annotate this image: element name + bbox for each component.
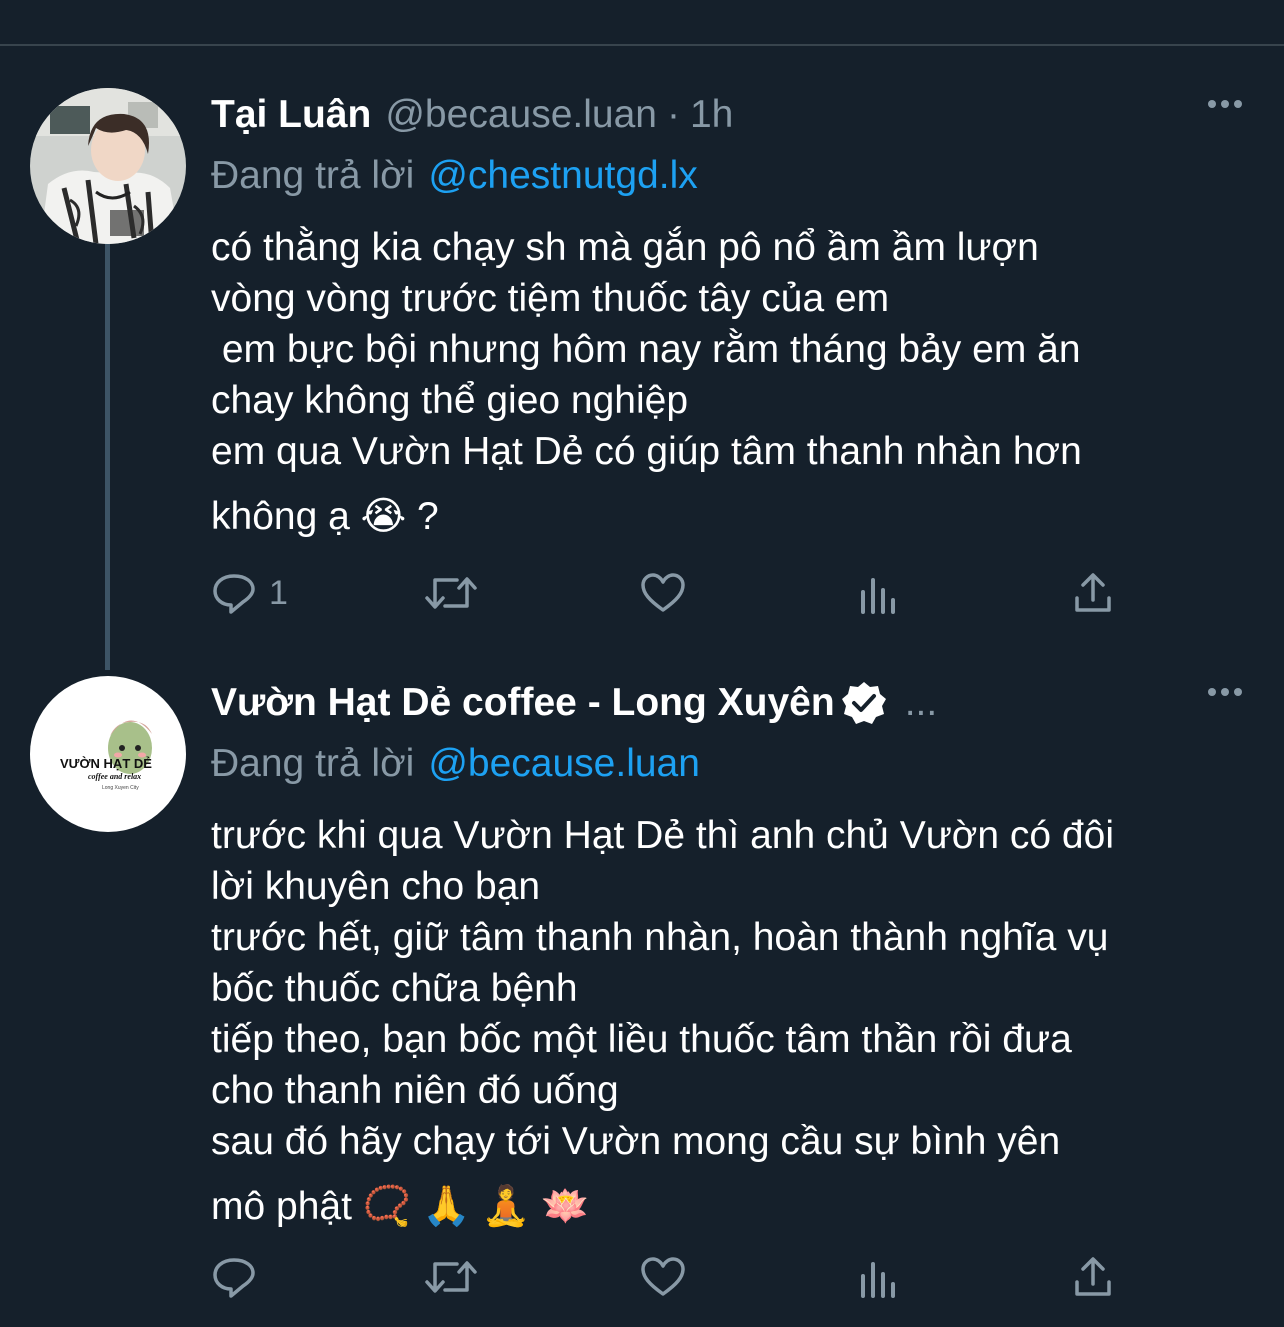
logo-city: Long Xuyen City xyxy=(102,785,139,791)
action-bar: 1 xyxy=(211,572,1211,622)
retweet-icon xyxy=(425,577,477,609)
logo-title: VƯỜN HẠT DẺ xyxy=(60,756,152,771)
more-icon[interactable] xyxy=(1208,688,1242,696)
like-button[interactable] xyxy=(639,572,687,614)
analytics-button[interactable] xyxy=(857,1256,901,1298)
author-name[interactable]: Tại Luân xyxy=(211,93,371,137)
replying-to-label: Đang trả lời xyxy=(211,154,415,197)
tweet-text: trước khi qua Vườn Hạt Dẻ thì anh chủ Vư… xyxy=(211,810,1241,1232)
like-icon xyxy=(641,1257,685,1296)
tweet-text-line: sau đó hãy chạy tới Vườn mong cầu sự bìn… xyxy=(211,1120,1061,1163)
reply-button[interactable]: 1 xyxy=(211,572,288,614)
more-icon[interactable] xyxy=(1208,100,1242,108)
tweet-text-line: lời khuyên cho bạn xyxy=(211,865,541,908)
replying-to-label: Đang trả lời xyxy=(211,742,415,785)
share-icon xyxy=(1075,573,1111,612)
thread-connector-line xyxy=(105,238,110,670)
verified-badge-icon xyxy=(841,680,887,726)
tweet-text-line: vòng vòng trước tiệm thuốc tây của em xyxy=(211,277,890,320)
analytics-button[interactable] xyxy=(857,572,901,614)
tweet-text-line: em qua Vườn Hạt Dẻ có giúp tâm thanh nhà… xyxy=(211,430,1082,473)
reply-icon xyxy=(213,1258,255,1298)
reply-count: 1 xyxy=(269,573,288,612)
name-truncation: ... xyxy=(904,681,938,724)
tweet-header: Tại Luân @because.luan · 1h xyxy=(211,82,1241,148)
reply-icon xyxy=(213,574,255,614)
action-bar xyxy=(211,1256,1211,1306)
share-icon xyxy=(1075,1257,1111,1296)
retweet-icon xyxy=(425,1261,477,1293)
avatar[interactable] xyxy=(30,88,186,244)
avatar[interactable]: VƯỜN HẠT DẺ coffee and relax Long Xuyen … xyxy=(30,676,186,832)
tweet-text-line: trước khi qua Vườn Hạt Dẻ thì anh chủ Vư… xyxy=(211,814,1114,857)
tweet-text-line: tiếp theo, bạn bốc một liều thuốc tâm th… xyxy=(211,1018,1072,1061)
tweet-text-line: trước hết, giữ tâm thanh nhàn, hoàn thàn… xyxy=(211,916,1109,959)
tweet-text: có thằng kia chạy sh mà gắn pô nổ ầm ầm … xyxy=(211,222,1241,542)
tweet-text-line: cho thanh niên đó uống xyxy=(211,1069,619,1112)
tweet-text-line: có thằng kia chạy sh mà gắn pô nổ ầm ầm … xyxy=(211,226,1039,269)
cafe-logo: VƯỜN HẠT DẺ coffee and relax Long Xuyen … xyxy=(30,676,186,832)
top-divider xyxy=(0,44,1284,46)
like-icon xyxy=(641,573,685,612)
tweet-text-line: không ạ 😭 ? xyxy=(211,495,439,538)
replying-to-link[interactable]: @because.luan xyxy=(428,742,700,786)
tweet-header: Vườn Hạt Dẻ coffee - Long Xuyên ... xyxy=(211,670,1241,736)
like-button[interactable] xyxy=(639,1256,687,1298)
tweet-text-line: chay không thể gieo nghiệp xyxy=(211,379,689,422)
tweet-text-line: em bực bội nhưng hôm nay rằm tháng bảy e… xyxy=(211,328,1081,371)
share-button[interactable] xyxy=(1071,572,1115,614)
logo-tagline: coffee and relax xyxy=(88,772,141,781)
timestamp[interactable]: 1h xyxy=(690,93,733,137)
share-button[interactable] xyxy=(1071,1256,1115,1298)
replying-to-link[interactable]: @chestnutgd.lx xyxy=(428,154,697,198)
analytics-icon xyxy=(861,578,895,614)
reply-button[interactable] xyxy=(211,1256,269,1298)
separator-dot: · xyxy=(666,93,680,136)
replying-to: Đang trả lời @chestnutgd.lx xyxy=(211,148,1241,204)
author-handle[interactable]: @because.luan xyxy=(385,93,657,137)
avatar-photo xyxy=(30,88,186,244)
replying-to: Đang trả lời @because.luan xyxy=(211,736,1241,792)
analytics-icon xyxy=(861,1262,895,1298)
retweet-button[interactable] xyxy=(423,1256,479,1298)
author-name[interactable]: Vườn Hạt Dẻ coffee - Long Xuyên xyxy=(211,681,835,725)
retweet-button[interactable] xyxy=(423,572,479,614)
tweet-text-line: mô phật 📿 🙏 🧘 🪷 xyxy=(211,1185,590,1228)
tweet-text-line: bốc thuốc chữa bệnh xyxy=(211,967,578,1010)
